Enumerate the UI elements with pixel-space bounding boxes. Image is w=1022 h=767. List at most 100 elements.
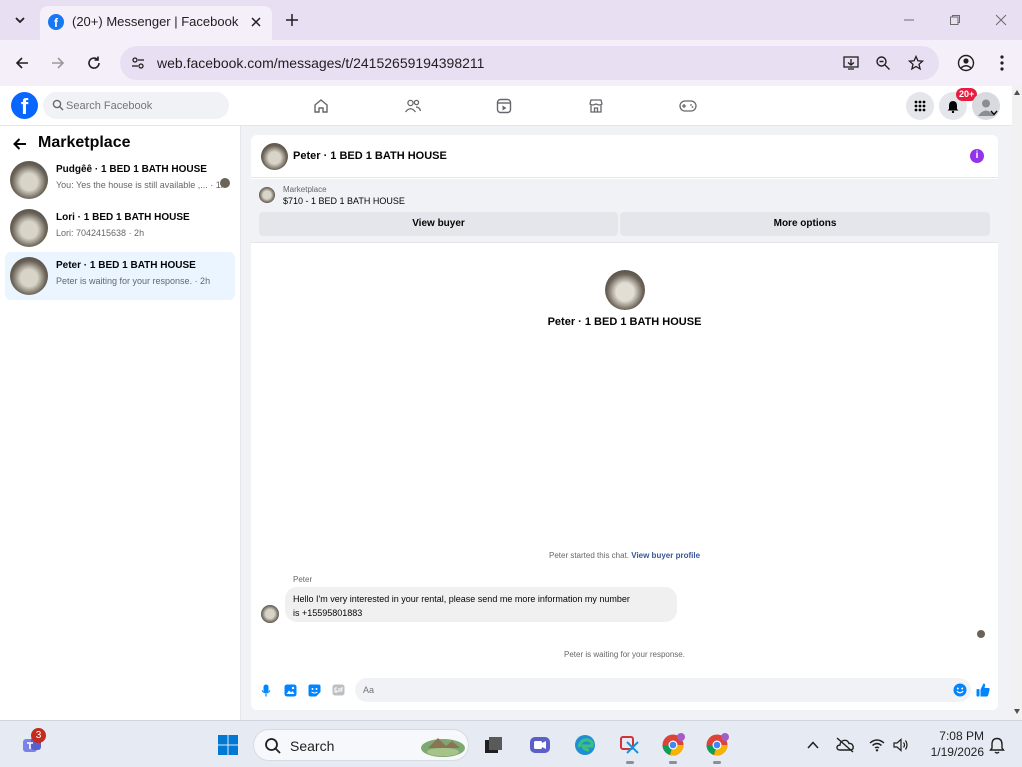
taskbar-search-box[interactable]: Search (253, 729, 469, 761)
conversation-item[interactable]: Lori · 1 BED 1 BATH HOUSE Lori: 70424156… (5, 204, 235, 252)
volume-status[interactable] (887, 731, 915, 759)
gif-button[interactable] (331, 683, 345, 697)
menu-button[interactable] (906, 92, 934, 120)
back-button[interactable] (10, 134, 30, 154)
plus-icon (286, 14, 298, 26)
back-button[interactable] (10, 51, 34, 75)
search-icon (265, 738, 281, 754)
conversation-snippet: You: Yes the house is still available ,.… (56, 180, 226, 190)
sender-label: Peter (293, 575, 313, 584)
minimize-icon (904, 19, 914, 21)
page-scrollbar[interactable] (1012, 86, 1022, 720)
bookmark-button[interactable] (905, 52, 927, 74)
listing-thumbnail (259, 187, 275, 203)
cloud-off-icon (836, 737, 854, 753)
scroll-down-icon (1014, 709, 1020, 714)
chat-profile-avatar[interactable] (605, 270, 645, 310)
nav-home[interactable] (310, 95, 332, 117)
more-options-button[interactable]: More options (620, 212, 990, 236)
sticker-icon (308, 684, 320, 696)
tab-close-button[interactable] (246, 12, 266, 32)
profile-icon (957, 54, 975, 72)
site-info-button[interactable] (128, 53, 148, 73)
onedrive-status[interactable] (831, 731, 859, 759)
url-text[interactable]: web.facebook.com/messages/t/241526591943… (157, 55, 484, 71)
attach-photo-button[interactable] (283, 683, 297, 697)
address-bar[interactable]: web.facebook.com/messages/t/241526591943… (120, 46, 939, 80)
conversation-item-active[interactable]: Peter · 1 BED 1 BATH HOUSE Peter is wait… (5, 252, 235, 300)
photo-icon (284, 684, 296, 696)
message-bubble[interactable]: Hello I'm very interested in your rental… (285, 587, 677, 622)
conversation-item[interactable]: Pudgêê · 1 BED 1 BATH HOUSE You: Yes the… (5, 156, 235, 204)
chat-header-name[interactable]: Peter · 1 BED 1 BATH HOUSE (293, 150, 447, 162)
listing-label: Marketplace (283, 185, 327, 194)
running-indicator (626, 761, 634, 764)
chat-header-avatar[interactable] (261, 143, 288, 170)
taskbar-edge[interactable] (571, 731, 599, 759)
clock-date[interactable]: 1/19/2026 (918, 745, 984, 759)
teams-notification-badge: 3 (31, 728, 46, 743)
arrow-right-icon (52, 57, 65, 69)
emoji-icon[interactable] (953, 683, 967, 697)
nav-friends[interactable] (402, 95, 424, 117)
taskbar-chrome-profile-a[interactable] (659, 731, 687, 759)
restore-window-button[interactable] (943, 8, 967, 32)
show-hidden-icons-button[interactable] (799, 731, 827, 759)
search-highlight-image-icon (421, 738, 465, 757)
gif-icon (332, 684, 344, 696)
message-input[interactable] (363, 678, 923, 702)
microphone-icon (261, 684, 271, 696)
chevron-up-icon (807, 741, 819, 749)
taskbar-meet[interactable] (526, 731, 554, 759)
browser-tab[interactable]: f (20+) Messenger | Facebook (40, 6, 272, 40)
forward-button[interactable] (46, 51, 70, 75)
taskbar-search-label: Search (290, 738, 335, 754)
voice-clip-button[interactable] (259, 683, 273, 697)
message-avatar[interactable] (261, 605, 279, 623)
new-tab-button[interactable] (282, 10, 302, 30)
close-window-button[interactable] (989, 8, 1013, 32)
nav-gaming[interactable] (677, 95, 699, 117)
nav-video[interactable] (493, 95, 515, 117)
listing-banner: Marketplace $710 - 1 BED 1 BATH HOUSE Vi… (251, 179, 998, 243)
snipping-tool-icon (620, 736, 639, 754)
restore-icon (950, 15, 960, 25)
reload-button[interactable] (82, 51, 106, 75)
search-input[interactable] (66, 92, 216, 119)
nav-marketplace[interactable] (585, 95, 607, 117)
star-icon (908, 55, 924, 71)
view-buyer-profile-link[interactable]: View buyer profile (631, 551, 700, 560)
message-text-line: is +15595801883 (293, 608, 363, 618)
listing-title: $710 - 1 BED 1 BATH HOUSE (283, 196, 405, 206)
install-app-icon (843, 56, 859, 70)
tab-search-menu-button[interactable] (8, 8, 32, 32)
facebook-search-box[interactable] (43, 92, 229, 119)
clock-time[interactable]: 7:08 PM (924, 729, 984, 743)
waiting-notice: Peter is waiting for your response. (564, 650, 685, 659)
profile-button[interactable] (954, 51, 978, 75)
browser-menu-button[interactable] (990, 51, 1014, 75)
install-app-button[interactable] (840, 52, 862, 74)
start-button[interactable] (214, 731, 242, 759)
edge-icon (575, 735, 595, 755)
panel-title: Marketplace (38, 134, 131, 151)
taskbar-snipping-tool[interactable] (616, 731, 644, 759)
facebook-logo-icon[interactable]: f (11, 92, 38, 119)
sticker-button[interactable] (307, 683, 321, 697)
windows-logo-icon (218, 735, 238, 755)
taskbar-task-view[interactable] (480, 731, 508, 759)
zoom-button[interactable] (872, 52, 894, 74)
video-meeting-icon (530, 737, 550, 753)
running-indicator (713, 761, 721, 764)
grid-menu-icon (914, 100, 926, 112)
chrome-icon (662, 733, 685, 756)
message-compose-box[interactable] (355, 678, 971, 702)
conversation-snippet: Lori: 7042415638 · 2h (56, 228, 145, 238)
info-icon[interactable]: i (970, 149, 984, 163)
taskbar-chrome-profile-b[interactable] (703, 731, 731, 759)
send-like-button[interactable] (976, 683, 990, 697)
chat-started-text: Peter started this chat. (548, 551, 632, 560)
view-buyer-button[interactable]: View buyer (259, 212, 618, 236)
notification-center-button[interactable] (983, 731, 1011, 759)
minimize-window-button[interactable] (897, 8, 921, 32)
